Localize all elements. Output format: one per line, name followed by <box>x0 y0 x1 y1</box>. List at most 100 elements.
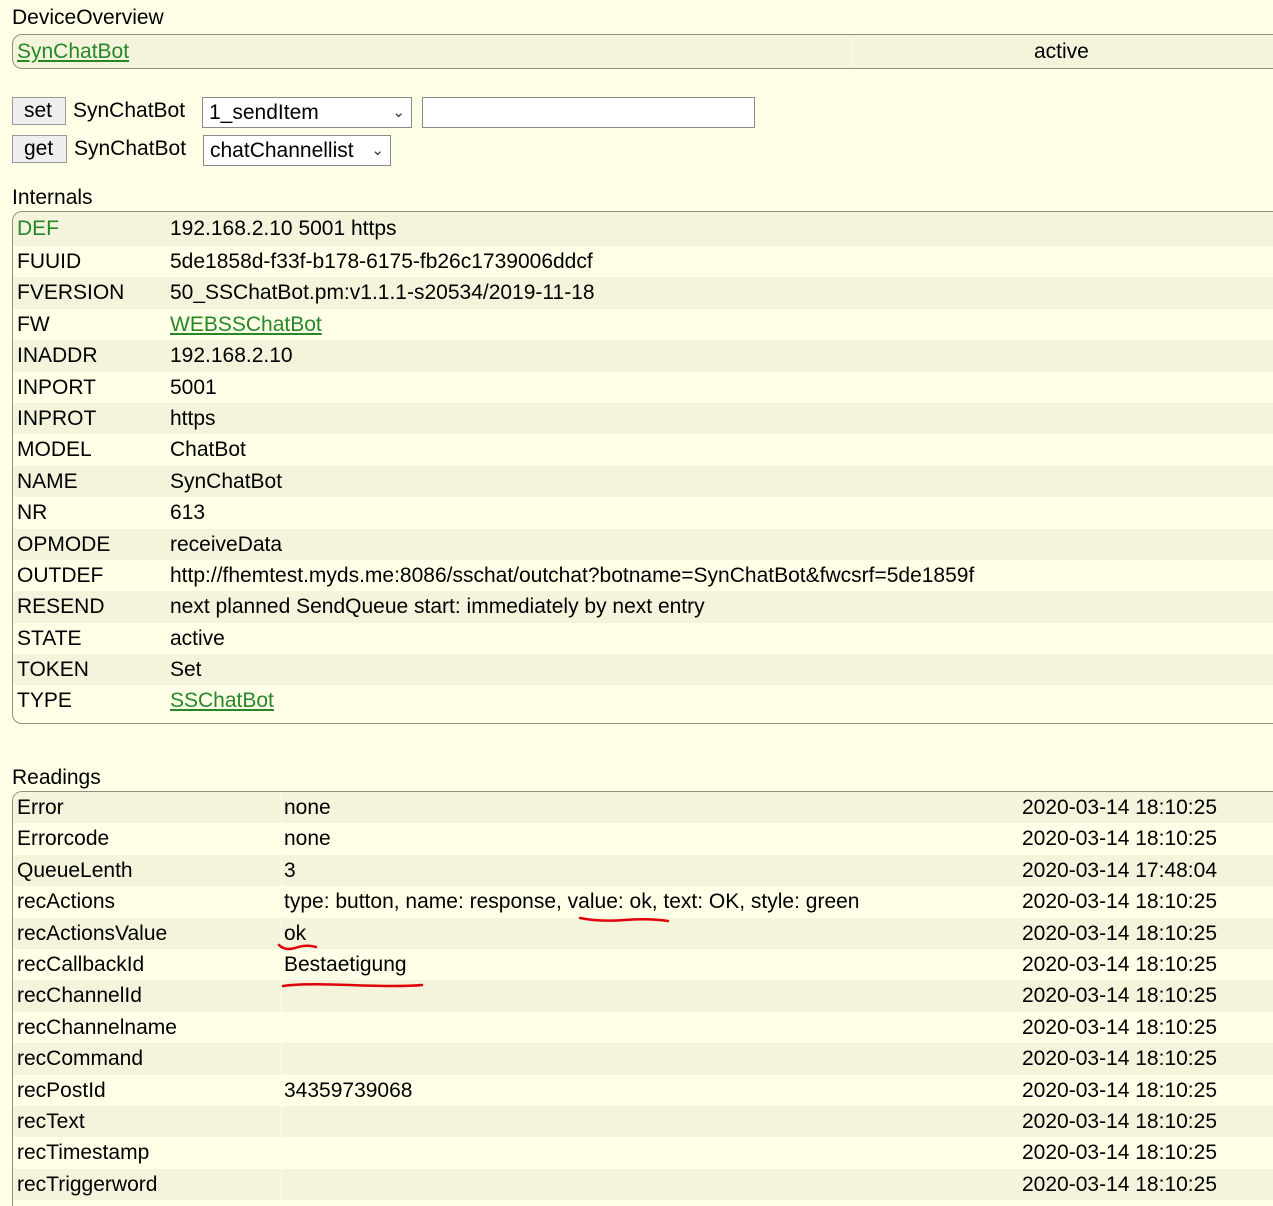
reading-row: Errorcode none 2020-03-14 18:10:25 <box>13 823 1273 855</box>
device-state: active <box>1034 40 1089 63</box>
internals-table: DEF 192.168.2.10 5001 https FUUID 5de1858d-… <box>12 211 1273 724</box>
readings-table: Error none 2020-03-14 18:10:25 Errorcode non… <box>12 791 1273 1206</box>
get-device-label: SynChatBot <box>74 137 187 160</box>
reading-timestamp: 2020-03-14 18:10:25 <box>1022 1015 1217 1039</box>
readings-title: Readings <box>12 766 101 789</box>
reading-value: ok <box>284 921 307 945</box>
chevron-down-icon: ⌄ <box>392 104 405 121</box>
reading-timestamp: 2020-03-14 18:10:25 <box>1022 1141 1217 1165</box>
reading-timestamp: 2020-03-14 18:10:25 <box>1022 890 1217 914</box>
internal-key: OPMODE <box>17 532 111 556</box>
column-divider <box>851 38 852 65</box>
reading-key: QueueLenth <box>17 858 133 882</box>
internal-key: STATE <box>17 626 82 650</box>
reading-timestamp: 2020-03-14 18:10:25 <box>1022 1172 1217 1196</box>
reading-row: recActionsValue ok 2020-03-14 18:10:25 <box>13 917 1273 949</box>
get-command-select[interactable]: chatChannellist ⌄ <box>203 135 391 166</box>
internals-row: INADDR 192.168.2.10 <box>13 340 1273 372</box>
internal-key: NAME <box>17 469 78 493</box>
set-device-label: SynChatBot <box>73 99 186 122</box>
internals-row: MODEL ChatBot <box>13 434 1273 466</box>
internal-value: next planned SendQueue start: immediatel… <box>170 595 705 619</box>
internals-row: FUUID 5de1858d-f33f-b178-6175-fb26c173900… <box>13 246 1273 278</box>
get-button[interactable]: get <box>12 135 67 163</box>
internal-value: active <box>170 626 225 650</box>
internal-key: INPROT <box>17 406 97 430</box>
reading-row: recTimestamp 2020-03-14 18:10:25 <box>13 1137 1273 1169</box>
column-divider <box>281 1168 282 1201</box>
set-button[interactable]: set <box>12 97 66 125</box>
reading-row: recCommand 2020-03-14 18:10:25 <box>13 1043 1273 1075</box>
reading-row: recPostId 34359739068 2020-03-14 18:10:25 <box>13 1074 1273 1106</box>
reading-timestamp: 2020-03-14 18:10:25 <box>1022 952 1217 976</box>
reading-row: recActions type: button, name: response, … <box>13 886 1273 918</box>
device-overview-table: SynChatBot active <box>12 34 1273 69</box>
internal-value: 613 <box>170 501 206 525</box>
get-select-value: chatChannellist <box>210 139 354 162</box>
set-command-select[interactable]: 1_sendItem ⌄ <box>202 97 412 128</box>
reading-key: recPostId <box>17 1078 106 1102</box>
internals-row: INPORT 5001 <box>13 371 1273 403</box>
internal-value: 5de1858d-f33f-b178-6175-fb26c1739006ddcf <box>170 250 593 273</box>
internal-key: TYPE <box>17 689 72 713</box>
internal-key: INADDR <box>17 344 98 368</box>
internals-row: FVERSION 50_SSChatBot.pm:v1.1.1-s20534/20… <box>13 277 1273 309</box>
overview-title: DeviceOverview <box>12 6 164 29</box>
column-divider <box>281 1105 282 1138</box>
internals-row: TOKEN Set <box>13 654 1273 686</box>
reading-timestamp: 2020-03-14 18:10:25 <box>1022 1109 1217 1133</box>
internal-key: OUTDEF <box>17 563 104 587</box>
internals-row: OPMODE receiveData <box>13 528 1273 560</box>
internal-key: MODEL <box>17 438 92 462</box>
column-divider <box>281 1043 282 1075</box>
internal-value: 192.168.2.10 <box>170 344 293 368</box>
internal-value: receiveData <box>170 532 283 556</box>
internal-value: 50_SSChatBot.pm:v1.1.1-s20534/2019-11-18 <box>170 281 595 305</box>
internal-value: ChatBot <box>170 438 246 462</box>
reading-timestamp: 2020-03-14 18:10:25 <box>1022 827 1217 851</box>
reading-value: Bestaetigung <box>284 952 407 976</box>
reading-value: 34359739068 <box>284 1078 413 1102</box>
column-divider <box>281 854 282 887</box>
internals-row: RESEND next planned SendQueue start: imme… <box>13 591 1273 623</box>
reading-timestamp: 2020-03-14 18:10:25 <box>1022 1047 1217 1071</box>
reading-row: recText 2020-03-14 18:10:25 <box>13 1105 1273 1138</box>
reading-key: recActionsValue <box>17 921 168 945</box>
column-divider <box>281 980 282 1012</box>
reading-key: recTimestamp <box>17 1141 150 1165</box>
reading-value: none <box>284 796 331 819</box>
chevron-down-icon: ⌄ <box>371 142 384 159</box>
reading-timestamp: 2020-03-14 18:10:25 <box>1022 796 1217 819</box>
internals-row: INPROT https <box>13 402 1273 435</box>
column-divider <box>281 1011 282 1044</box>
internal-value: SynChatBot <box>170 469 283 493</box>
reading-key: Errorcode <box>17 827 110 851</box>
reading-key: recChannelname <box>17 1015 177 1039</box>
reading-key: Error <box>17 796 64 819</box>
reading-row: Error none 2020-03-14 18:10:25 <box>13 792 1273 824</box>
column-divider <box>281 1137 282 1169</box>
internal-key: INPORT <box>17 375 96 399</box>
internal-value: https <box>170 406 216 430</box>
reading-key: recChannelId <box>17 984 142 1008</box>
internals-row: FW WEBSSChatBot <box>13 308 1273 341</box>
column-divider <box>281 1074 282 1106</box>
reading-key: recCallbackId <box>17 952 145 976</box>
column-divider <box>281 948 282 981</box>
reading-timestamp: 2020-03-14 17:48:04 <box>1022 858 1217 882</box>
internal-value-link[interactable]: SSChatBot <box>170 685 274 716</box>
reading-key: recText <box>17 1109 85 1133</box>
reading-key: recCommand <box>17 1047 144 1071</box>
internal-key: TOKEN <box>17 658 89 682</box>
reading-key: recTriggerword <box>17 1172 158 1196</box>
internals-row: OUTDEF http://fhemtest.myds.me:8086/sscha… <box>13 559 1273 592</box>
column-divider <box>281 823 282 855</box>
set-select-value: 1_sendItem <box>209 101 319 124</box>
reading-timestamp: 2020-03-14 18:10:25 <box>1022 984 1217 1008</box>
device-link[interactable]: SynChatBot <box>17 35 129 68</box>
internal-value-link[interactable]: WEBSSChatBot <box>170 309 322 340</box>
reading-row: recChannelname 2020-03-14 18:10:25 <box>13 1011 1273 1044</box>
internal-value: Set <box>170 658 202 682</box>
reading-row: recChannelId 2020-03-14 18:10:25 <box>13 980 1273 1012</box>
set-value-input[interactable] <box>422 97 755 128</box>
